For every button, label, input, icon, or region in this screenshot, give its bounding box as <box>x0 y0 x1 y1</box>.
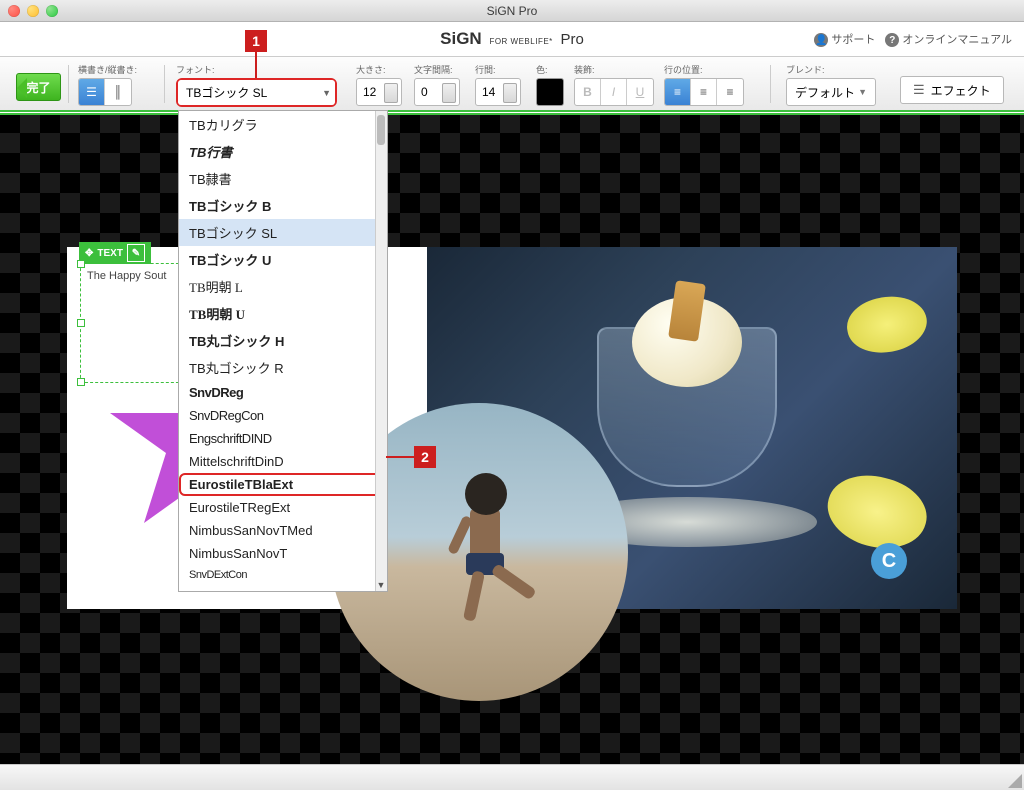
align-left-button[interactable]: ≡ <box>665 79 691 105</box>
brand-logo: SiGN FOR WEBLIFE* Pro <box>440 29 584 49</box>
align-right-button[interactable]: ≡ <box>717 79 743 105</box>
move-icon: ✥ <box>85 248 93 259</box>
align-segment: ≡ ≡ ≡ <box>664 78 744 106</box>
vertical-button[interactable]: ║ <box>105 79 131 105</box>
tracking-input[interactable]: 0 <box>414 78 460 106</box>
font-option[interactable]: TB隷書 <box>179 165 387 192</box>
lemon-shape <box>820 465 935 558</box>
label-decoration: 装飾: <box>574 63 654 76</box>
font-option[interactable]: SnvDExtCon <box>179 565 387 585</box>
status-bar <box>0 764 1024 790</box>
font-option[interactable]: EngschriftDIND <box>179 427 387 450</box>
scrollbar-thumb[interactable] <box>377 115 385 145</box>
font-option[interactable]: TB明朝 U <box>179 300 387 327</box>
lemon-shape <box>843 290 931 358</box>
callout-2: 2 <box>414 446 436 468</box>
effect-button[interactable]: ☰ エフェクト <box>900 76 1004 104</box>
bold-button[interactable]: B <box>575 79 601 105</box>
font-option[interactable]: TB丸ゴシック R <box>179 354 387 381</box>
support-link[interactable]: 👤サポート <box>814 31 875 48</box>
text-toolbar: 完了 横書き/縦書き: ☰ ║ フォント: TBゴシック SL ▼ 大きさ: 1… <box>0 57 1024 112</box>
font-option[interactable]: TBゴシック B <box>179 192 387 219</box>
wave-logo-icon: C <box>871 543 907 579</box>
callout-1: 1 <box>245 30 267 52</box>
canvas[interactable]: C ✥ TEXT ✎ The Happy Sout <box>0 113 1024 764</box>
label-leading: 行間: <box>475 63 521 76</box>
text-badge[interactable]: ✥ TEXT ✎ <box>79 242 151 264</box>
decoration-segment: B I U <box>574 78 654 106</box>
label-orientation: 横書き/縦書き: <box>78 63 137 76</box>
font-option[interactable]: NimbusSanNovT <box>179 542 387 565</box>
figure-shape <box>440 473 530 623</box>
resize-handle[interactable] <box>77 319 85 327</box>
resize-handle[interactable] <box>77 260 85 268</box>
arrow-down-icon[interactable]: ▼ <box>375 579 387 591</box>
done-button[interactable]: 完了 <box>16 73 61 101</box>
font-option[interactable]: MittelschriftDinD <box>179 450 387 473</box>
manual-link[interactable]: ?オンラインマニュアル <box>885 31 1012 48</box>
callout-line <box>255 52 257 78</box>
brand-pro: Pro <box>561 31 584 48</box>
resize-handle[interactable] <box>77 378 85 386</box>
ruler-line <box>0 113 1024 115</box>
label-blend: ブレンド: <box>786 63 876 76</box>
font-option[interactable]: SnvDRegCon <box>179 404 387 427</box>
resize-grip-icon[interactable] <box>1008 774 1022 788</box>
font-option[interactable]: NimbusSanNovTMed <box>179 519 387 542</box>
font-option[interactable]: TBゴシック SL <box>179 219 387 246</box>
font-option[interactable]: TB行書 <box>179 138 387 165</box>
brand-bar: SiGN FOR WEBLIFE* Pro 👤サポート ?オンラインマニュアル <box>0 22 1024 57</box>
label-size: 大きさ: <box>356 63 402 76</box>
brand-name: SiGN <box>440 29 482 48</box>
edit-icon[interactable]: ✎ <box>127 244 145 262</box>
leading-input[interactable]: 14 <box>475 78 521 106</box>
font-dropdown[interactable]: TBカリグラTB行書TB隷書TBゴシック BTBゴシック SLTBゴシック UT… <box>178 110 388 592</box>
sliders-icon: ☰ <box>913 82 925 98</box>
scrollbar[interactable]: ▼ <box>375 111 387 591</box>
size-input[interactable]: 12 <box>356 78 402 106</box>
orientation-segment: ☰ ║ <box>78 78 132 106</box>
font-option[interactable]: EurostileTRegExt <box>179 496 387 519</box>
chevron-down-icon: ▼ <box>858 87 867 97</box>
font-option[interactable]: TBカリグラ <box>179 111 387 138</box>
align-center-button[interactable]: ≡ <box>691 79 717 105</box>
italic-button[interactable]: I <box>601 79 627 105</box>
label-align: 行の位置: <box>664 63 744 76</box>
blend-value: デフォルト <box>795 84 855 101</box>
callout-line <box>386 456 414 458</box>
font-option[interactable]: SnvDReg <box>179 381 387 404</box>
effect-label: エフェクト <box>931 82 991 99</box>
blend-select[interactable]: デフォルト ▼ <box>786 78 876 106</box>
font-select[interactable]: TBゴシック SL ▼ <box>176 78 337 107</box>
font-option[interactable]: TB丸ゴシック H <box>179 327 387 354</box>
chevron-down-icon: ▼ <box>322 88 331 98</box>
brand-sub: FOR WEBLIFE* <box>489 37 552 46</box>
help-icon: ? <box>885 33 899 47</box>
font-option[interactable]: JayGothicURWTBol <box>179 585 387 591</box>
font-option[interactable]: TB明朝 L <box>179 273 387 300</box>
titlebar: SiGN Pro <box>0 0 1024 22</box>
font-option[interactable]: EurostileTBlaExt <box>179 473 387 496</box>
label-tracking: 文字間隔: <box>414 63 460 76</box>
font-select-value: TBゴシック SL <box>186 84 267 101</box>
underline-button[interactable]: U <box>627 79 653 105</box>
window-title: SiGN Pro <box>0 4 1024 18</box>
header-links: 👤サポート ?オンラインマニュアル <box>814 31 1012 48</box>
label-color: 色: <box>536 63 564 76</box>
user-icon: 👤 <box>814 33 828 47</box>
font-option[interactable]: TBゴシック U <box>179 246 387 273</box>
color-swatch[interactable] <box>536 78 564 106</box>
horizontal-button[interactable]: ☰ <box>79 79 105 105</box>
